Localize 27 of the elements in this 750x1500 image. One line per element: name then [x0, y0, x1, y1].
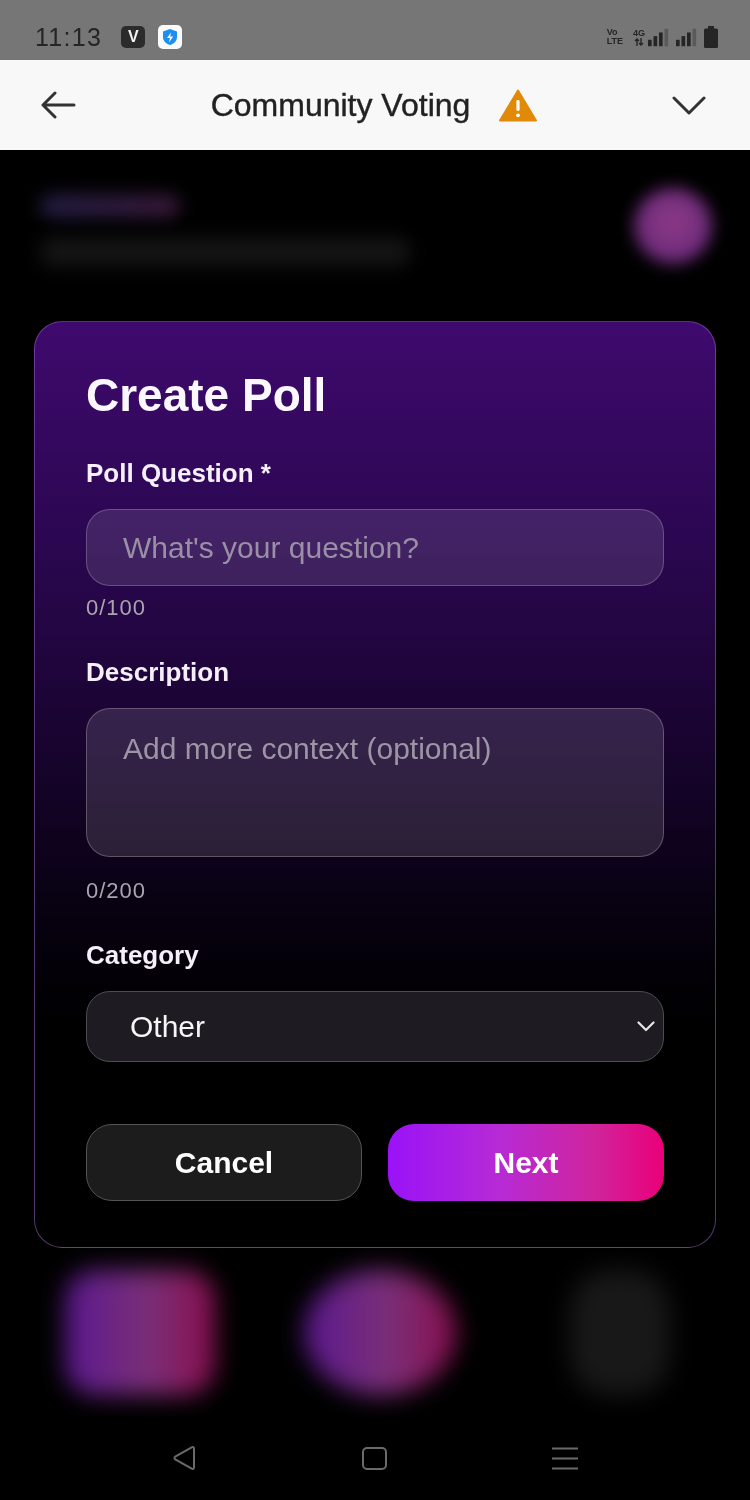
menu-icon[interactable]: [552, 1446, 578, 1470]
app-title: Community Voting: [210, 86, 471, 124]
network-type-label: 4G: [633, 28, 645, 38]
signal-icon: [648, 27, 670, 47]
back-arrow-icon[interactable]: [40, 91, 76, 119]
chevron-down-icon: [637, 1021, 655, 1032]
next-button[interactable]: Next: [388, 1124, 664, 1201]
dropdown-select[interactable]: Other: [86, 991, 664, 1062]
cancel-button[interactable]: Cancel: [86, 1124, 362, 1201]
character-counter: 0/100: [86, 595, 148, 621]
dialog-title: Create Poll: [86, 370, 328, 420]
field-label: Description: [86, 657, 231, 687]
back-icon[interactable]: [172, 1445, 197, 1471]
field-label: Poll Question *: [86, 458, 272, 488]
signal-icon: [676, 27, 698, 47]
field-label: Category: [86, 940, 200, 970]
battery-icon: [704, 26, 718, 48]
chevron-down-icon[interactable]: [672, 95, 706, 115]
app-badge: V: [121, 26, 146, 48]
data-arrows-icon: [634, 37, 644, 46]
volte-label: LTE: [606, 37, 623, 46]
warning-icon: [499, 88, 538, 122]
status-time: 11:13: [35, 23, 103, 51]
character-counter: 0/200: [86, 878, 148, 904]
shield-icon: [158, 25, 183, 49]
volte-label: Vo: [606, 28, 618, 37]
home-icon[interactable]: [362, 1446, 387, 1470]
